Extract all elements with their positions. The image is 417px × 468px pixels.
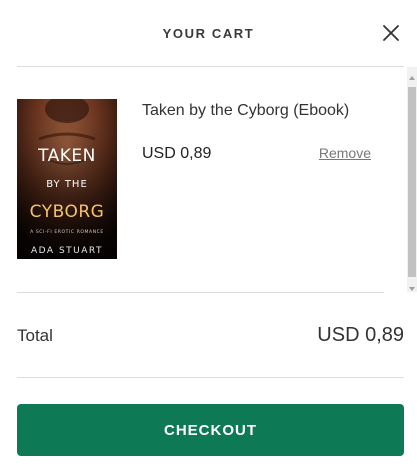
items-divider bbox=[17, 292, 384, 293]
checkout-button[interactable]: CHECKOUT bbox=[17, 404, 404, 456]
cart-title: YOUR CART bbox=[162, 26, 255, 41]
scroll-down-arrow-icon[interactable] bbox=[407, 280, 417, 291]
scroll-thumb[interactable] bbox=[408, 87, 416, 277]
item-title: Taken by the Cyborg (Ebook) bbox=[142, 102, 350, 119]
item-price: USD 0,89 bbox=[142, 145, 212, 162]
cart-items: TAKEN BY THE CYBORG A SCI-FI EROTIC ROMA… bbox=[0, 67, 417, 292]
cover-title-line3: CYBORG bbox=[30, 202, 105, 222]
cart-header: YOUR CART bbox=[0, 0, 417, 66]
cover-title-line2: BY THE bbox=[46, 179, 88, 190]
cart-scrollbar[interactable] bbox=[407, 67, 417, 292]
cover-author: ADA STUART bbox=[31, 246, 103, 256]
remove-button[interactable]: Remove bbox=[319, 145, 371, 161]
total-value: USD 0,89 bbox=[317, 324, 404, 346]
total-label: Total bbox=[17, 326, 53, 345]
book-cover-image: TAKEN BY THE CYBORG A SCI-FI EROTIC ROMA… bbox=[17, 99, 117, 259]
scroll-up-arrow-icon[interactable] bbox=[407, 69, 417, 80]
cover-title-line1: TAKEN bbox=[37, 146, 96, 166]
cover-tagline: A SCI-FI EROTIC ROMANCE bbox=[30, 229, 104, 235]
close-icon[interactable] bbox=[380, 22, 402, 44]
total-divider bbox=[17, 377, 404, 378]
